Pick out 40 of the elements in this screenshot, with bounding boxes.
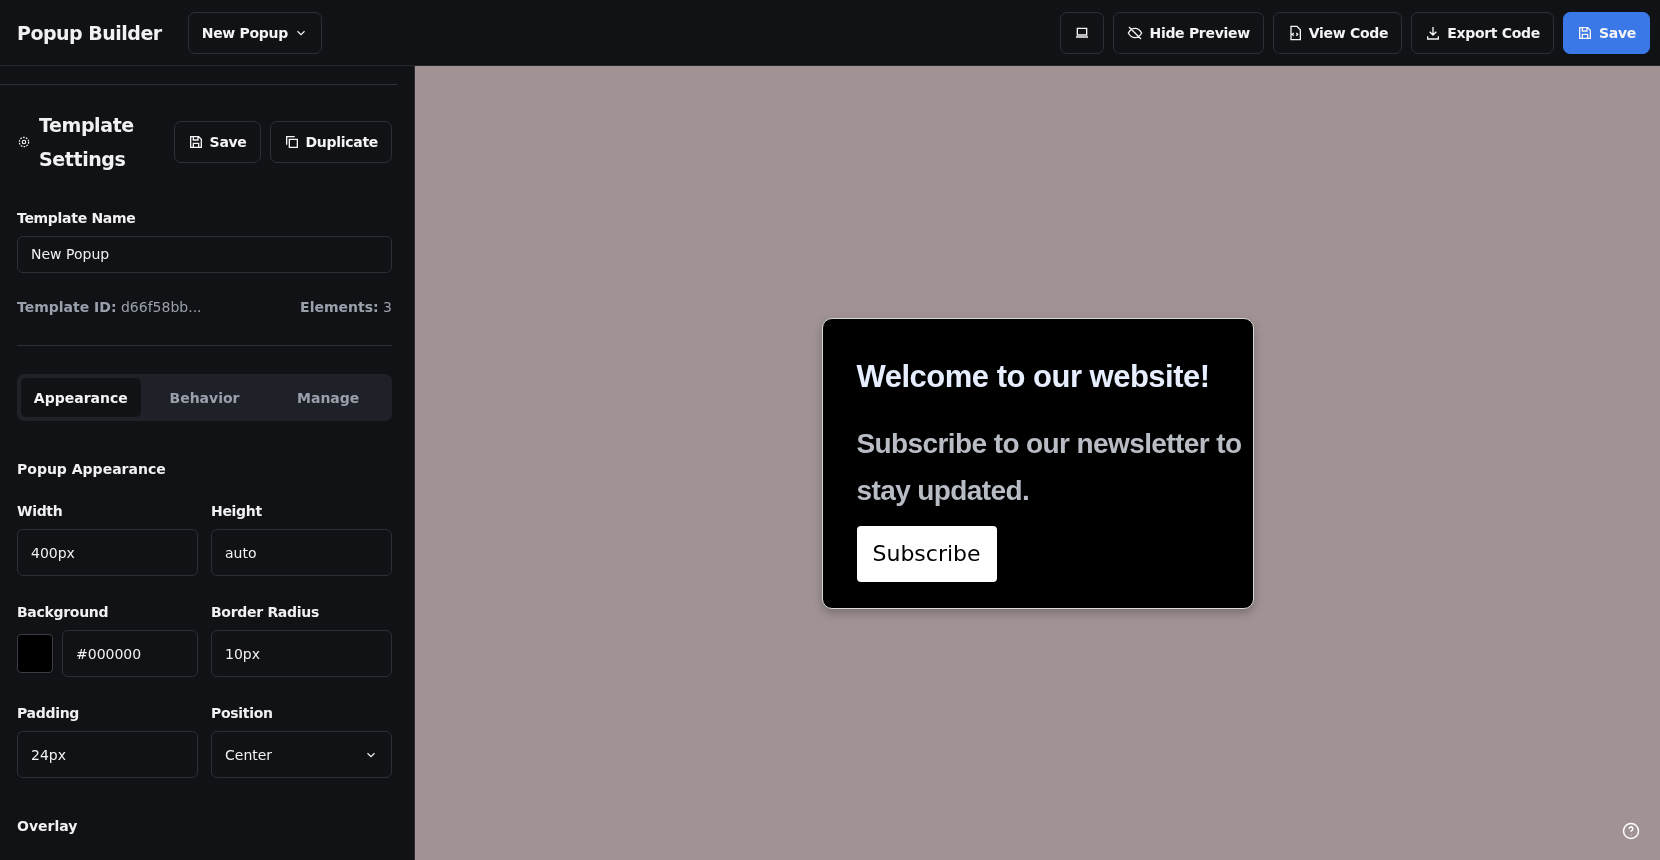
- section-heading: Overlay: [17, 818, 79, 834]
- hide-button[interactable]: Hide Preview: [1113, 11, 1264, 54]
- value-field[interactable]: auto: [211, 529, 392, 576]
- subscribe-button[interactable]: Subscribe: [856, 525, 997, 582]
- value-field[interactable]: 10px: [211, 630, 392, 677]
- export-button[interactable]: Export Code: [1411, 11, 1555, 54]
- app-title: Popup Builder: [17, 21, 162, 44]
- eye-off-icon: [1127, 24, 1144, 41]
- gear-icon: [17, 134, 31, 149]
- field-label: Position: [211, 705, 274, 721]
- value-field[interactable]: 24px: [17, 731, 198, 778]
- download-icon: [1425, 24, 1442, 41]
- field-label: Width: [17, 503, 64, 519]
- color-field[interactable]: #000000: [62, 630, 198, 677]
- help-icon[interactable]: [1622, 822, 1640, 840]
- code-button[interactable]: View Code: [1272, 11, 1403, 54]
- duplicate-button[interactable]: Duplicate: [269, 120, 392, 163]
- position-select[interactable]: Center: [211, 731, 392, 778]
- elements-count: Elements: 3: [300, 299, 392, 315]
- field-label: Border Radius: [211, 604, 320, 620]
- field-label: Height: [211, 503, 263, 519]
- device-toggle-button[interactable]: [1060, 11, 1105, 54]
- color-swatch[interactable]: [17, 634, 53, 673]
- field-label: Background: [17, 604, 110, 620]
- popup-heading: Welcome to our website!: [856, 357, 1211, 396]
- save-button[interactable]: Save: [1563, 11, 1650, 54]
- settings-title: Template Settings: [39, 112, 135, 172]
- copy-icon: [283, 133, 300, 150]
- template-name-field[interactable]: New Popup: [17, 235, 392, 273]
- template-id: Template ID: d66f58bb...: [17, 299, 202, 315]
- field-label: Template Name: [17, 209, 137, 226]
- value-field[interactable]: 400px: [17, 529, 198, 576]
- template-dropdown[interactable]: New Popup: [187, 11, 322, 54]
- section-heading: Popup Appearance: [17, 461, 167, 477]
- field-label: Padding: [17, 705, 81, 721]
- save-button[interactable]: Save: [173, 120, 261, 163]
- tab[interactable]: Appearance: [21, 378, 141, 417]
- popup-text: Subscribe to our newsletter to stay updated.: [856, 426, 1243, 508]
- tab[interactable]: Manage: [268, 378, 388, 417]
- tab[interactable]: Behavior: [144, 378, 265, 417]
